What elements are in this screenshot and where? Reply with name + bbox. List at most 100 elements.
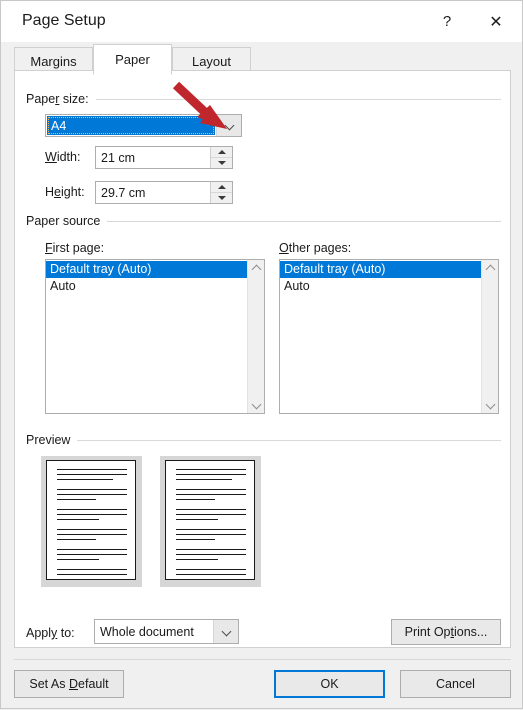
set-as-default-button[interactable]: Set As Default — [14, 670, 124, 698]
preview-text-line — [176, 494, 246, 496]
close-icon[interactable]: ✕ — [470, 1, 522, 42]
paper-size-group-header: Paper size: — [26, 92, 501, 106]
apply-to-value: Whole document — [100, 624, 194, 639]
preview-text-line — [176, 514, 246, 516]
preview-text-line — [176, 559, 218, 561]
preview-text-line — [57, 479, 113, 481]
width-stepper[interactable] — [210, 147, 232, 168]
preview-text-line — [176, 569, 246, 571]
scroll-down-icon[interactable] — [252, 401, 261, 410]
paper-source-group-header: Paper source — [26, 214, 501, 228]
first-page-scrollbar[interactable] — [247, 260, 264, 413]
height-value: 29.7 cm — [101, 185, 146, 200]
chevron-down-icon[interactable] — [213, 620, 238, 643]
print-options-button[interactable]: Print Options... — [391, 619, 501, 645]
title-bar-buttons: ? ✕ — [424, 1, 522, 42]
list-item[interactable]: Auto — [46, 278, 247, 295]
width-stepper-down[interactable] — [211, 157, 232, 168]
other-pages-items: Default tray (Auto) Auto — [280, 260, 481, 413]
page-title: Page Setup — [22, 12, 106, 29]
chevron-down-icon[interactable] — [216, 115, 241, 136]
preview-text-line — [57, 469, 127, 471]
tab-margins-label: Margins — [30, 54, 77, 69]
first-page-label: First page: — [45, 241, 105, 255]
paper-tab-panel: Paper size: A4 Width: 21 cm Height: 29.7… — [14, 70, 511, 648]
width-value: 21 cm — [101, 150, 136, 165]
preview-text-line — [176, 554, 246, 556]
preview-text-line — [176, 574, 246, 576]
tab-layout-label: Layout — [191, 54, 232, 69]
first-page-listbox[interactable]: Default tray (Auto) Auto — [45, 259, 265, 414]
scroll-up-icon[interactable] — [252, 263, 261, 272]
preview-text-line — [57, 519, 99, 521]
preview-text-line — [57, 534, 127, 536]
ok-button[interactable]: OK — [274, 670, 385, 698]
tab-paper-label: Paper — [115, 52, 150, 67]
height-label: Height: — [45, 185, 85, 199]
preview-text-line — [57, 509, 127, 511]
other-pages-scrollbar[interactable] — [481, 260, 498, 413]
preview-text-line — [176, 534, 246, 536]
preview-text-line — [176, 499, 215, 501]
other-pages-listbox[interactable]: Default tray (Auto) Auto — [279, 259, 499, 414]
preview-text-line — [57, 554, 127, 556]
preview-text-line — [176, 474, 246, 476]
set-as-default-label: Set As Default — [29, 677, 109, 691]
page-setup-dialog: Page Setup ? ✕ Margins Paper Layout Pape… — [0, 0, 523, 709]
preview-text-line — [57, 539, 96, 541]
height-stepper-down[interactable] — [211, 192, 232, 203]
preview-text-line — [57, 499, 96, 501]
preview-text-line — [57, 569, 127, 571]
other-pages-label: Other pages: — [279, 241, 352, 255]
list-item[interactable]: Default tray (Auto) — [46, 261, 247, 278]
height-field[interactable]: 29.7 cm — [95, 181, 233, 204]
preview-text-line — [176, 469, 246, 471]
preview-text-line — [176, 489, 246, 491]
height-stepper[interactable] — [210, 182, 232, 203]
preview-text-line — [57, 494, 127, 496]
preview-text-line — [176, 529, 246, 531]
tab-paper[interactable]: Paper — [93, 44, 172, 75]
scroll-down-icon[interactable] — [486, 401, 495, 410]
help-icon[interactable]: ? — [424, 1, 470, 42]
scroll-up-icon[interactable] — [486, 263, 495, 272]
preview-page-1-sheet — [46, 460, 136, 580]
apply-to-label: Apply to: — [26, 626, 75, 640]
preview-text-line — [57, 574, 127, 576]
apply-to-dropdown[interactable]: Whole document — [94, 619, 239, 644]
cancel-button[interactable]: Cancel — [400, 670, 511, 698]
preview-text-line — [176, 539, 215, 541]
preview-page-2 — [160, 456, 261, 587]
preview-page-1 — [41, 456, 142, 587]
preview-group-header: Preview — [26, 433, 501, 447]
preview-text-line — [176, 519, 218, 521]
paper-size-group-label: Paper size: — [26, 92, 89, 106]
first-page-items: Default tray (Auto) Auto — [46, 260, 247, 413]
print-options-label: Print Options... — [404, 625, 488, 639]
group-rule — [77, 439, 501, 441]
preview-group-label: Preview — [26, 433, 71, 447]
title-bar: Page Setup ? ✕ — [1, 1, 522, 42]
preview-text-line — [176, 509, 246, 511]
paper-size-value: A4 — [47, 116, 215, 135]
preview-text-line — [176, 549, 246, 551]
preview-text-line — [57, 474, 127, 476]
paper-size-dropdown[interactable]: A4 — [45, 114, 242, 137]
preview-text-line — [57, 549, 127, 551]
height-stepper-up[interactable] — [211, 182, 232, 192]
ok-label: OK — [320, 677, 339, 691]
group-rule — [95, 98, 501, 100]
cancel-label: Cancel — [436, 677, 475, 691]
group-rule — [107, 220, 501, 222]
preview-text-line — [57, 514, 127, 516]
preview-text-line — [57, 559, 99, 561]
width-stepper-up[interactable] — [211, 147, 232, 157]
width-field[interactable]: 21 cm — [95, 146, 233, 169]
preview-page-2-sheet — [165, 460, 255, 580]
list-item[interactable]: Default tray (Auto) — [280, 261, 481, 278]
preview-text-line — [176, 479, 232, 481]
footer-divider — [14, 659, 511, 660]
preview-text-line — [57, 489, 127, 491]
list-item[interactable]: Auto — [280, 278, 481, 295]
paper-source-group-label: Paper source — [26, 214, 101, 228]
